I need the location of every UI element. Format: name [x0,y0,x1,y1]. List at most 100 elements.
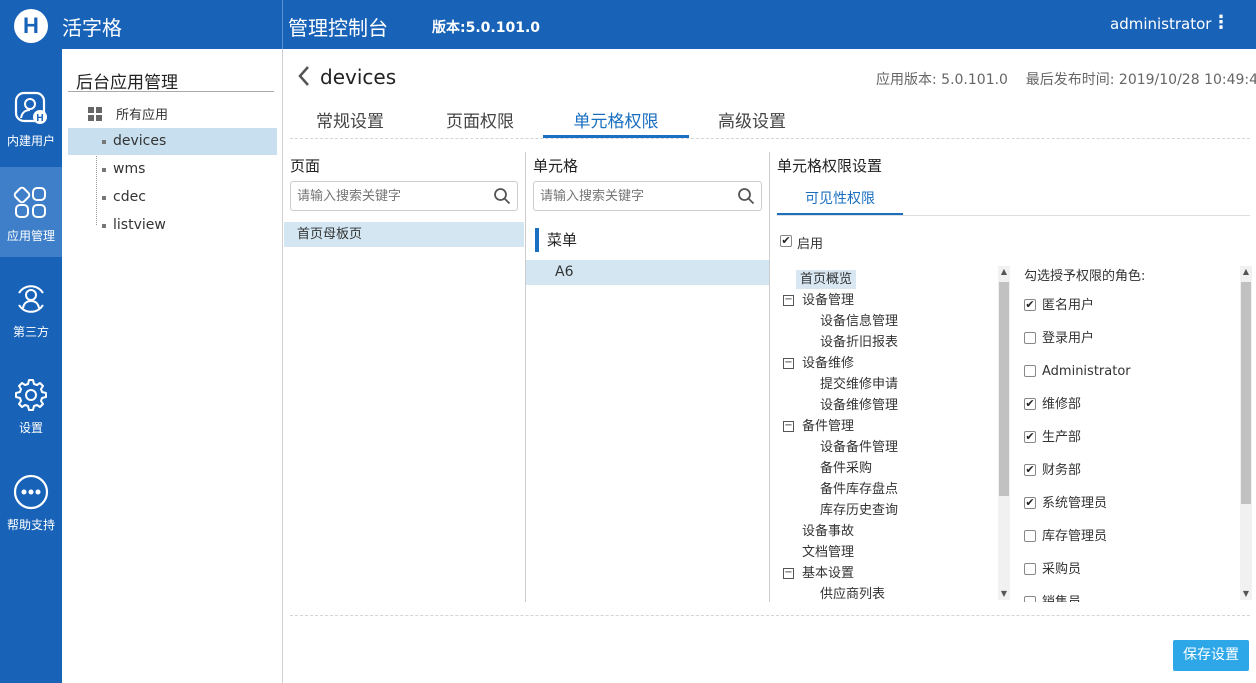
scroll-thumb[interactable] [999,282,1009,496]
menu-tree-node[interactable]: 备件采购 [820,459,872,478]
cells-search[interactable] [533,181,762,211]
tree-item-label: cdec [113,189,146,205]
menu-tree-node[interactable]: 设备管理 [802,291,854,310]
tree-dot [102,224,106,228]
nav-label: 设置 [18,421,43,435]
menu-tree-node[interactable]: 供应商列表 [820,585,885,602]
scroll-up-icon[interactable]: ▲ [1240,266,1252,278]
nav-item-settings[interactable]: 设置 [0,359,62,449]
menu-tree-node[interactable]: 设备信息管理 [820,312,898,331]
back-chevron-left-icon[interactable] [296,64,312,94]
tree-item-label: wms [113,161,146,177]
third-party-icon [18,285,44,313]
version-label: 版本:5.0.101.0 [432,20,541,36]
console-title: 管理控制台 [288,16,388,40]
menu-tree-node[interactable]: 设备维修管理 [820,396,898,415]
menu-tree-node[interactable]: 基本设置 [802,564,854,583]
menu-tree-label: 首页概览 [800,272,853,287]
tree-dot [102,168,106,172]
menu-tree-label: 设备维修管理 [820,398,899,413]
role-list-scrollbar[interactable]: ▲ ▼ [1240,266,1252,600]
search-icon[interactable] [493,187,511,205]
scroll-down-icon[interactable]: ▼ [998,588,1010,600]
tree-root-all-apps[interactable]: 所有应用 [88,104,168,123]
menu-tree-label: 设备信息管理 [820,314,899,329]
role-checkbox[interactable]: ✔ [1024,431,1036,443]
nav-item-help[interactable]: 帮助支持 [0,456,62,546]
scroll-up-icon[interactable]: ▲ [998,266,1010,278]
top-bar: H 活字格 管理控制台 版本:5.0.101.0 administrator ⋮ [0,0,1256,49]
tab-visibility-permission[interactable]: 可见性权限 [777,186,903,216]
menu-tree-node[interactable]: 文档管理 [802,543,854,562]
tab-page-permission[interactable]: 页面权限 [420,107,540,138]
app-name: 活字格 [62,16,122,40]
enable-checkbox[interactable]: ✔ [780,235,792,247]
role-list: ✔ 匿名用户 登录用户 Administrator ✔ 维修部 ✔ 生产部 ✔ 财务部 ✔ 系统管理员… [1020,290,1240,602]
nav-item-app-management[interactable]: 应用管理 [0,167,62,257]
menu-tree-node[interactable]: 备件库存盘点 [820,480,898,499]
nav-label: 第三方 [12,325,49,339]
tree-item-devices[interactable]: devices [68,128,277,155]
settings-tabs: 常规设置 页面权限 单元格权限 高级设置 [290,107,1250,139]
tree-item-listview[interactable]: listview [68,212,277,239]
menu-tree-node[interactable]: 设备备件管理 [820,438,898,457]
settings-gear-icon [15,379,47,411]
role-checkbox[interactable]: ✔ [1024,464,1036,476]
role-checkbox[interactable]: ✔ [1024,299,1036,311]
role-label: 财务部 [1042,463,1082,478]
tab-general[interactable]: 常规设置 [290,107,410,138]
top-divider [282,0,283,49]
role-label: 采购员 [1042,562,1082,577]
app-management-icon [13,186,46,218]
collapse-icon[interactable]: − [783,568,794,579]
subtab-divider [777,215,1250,216]
collapse-icon[interactable]: − [783,295,794,306]
menu-tree-node[interactable]: 首页概览 [796,270,857,289]
role-label: 系统管理员 [1042,496,1108,511]
tree-item-wms[interactable]: wms [68,156,277,183]
menu-tree-node[interactable]: 提交维修申请 [820,375,898,394]
role-checkbox[interactable]: ✔ [1024,497,1036,509]
menu-tree-node[interactable]: 备件管理 [802,417,854,436]
scroll-thumb[interactable] [1241,282,1251,504]
tab-cell-permission[interactable]: 单元格权限 [543,107,689,138]
menu-tree-node[interactable]: 设备折旧报表 [820,333,898,352]
collapse-icon[interactable]: − [783,358,794,369]
pages-search-input[interactable] [291,182,481,210]
help-more-icon [13,474,49,510]
menu-tree-node[interactable]: 库存历史查询 [820,501,898,520]
scroll-down-icon[interactable]: ▼ [1240,588,1252,600]
menu-tree-label: 设备事故 [802,524,855,539]
nav-item-builtin-user[interactable]: H 内建用户 [0,72,62,162]
role-checkbox[interactable] [1024,332,1036,344]
tree-dot [102,140,106,144]
menu-tree-label: 库存历史查询 [820,503,899,518]
cell-list-item[interactable]: A6 [526,260,769,285]
menu-tree-label: 设备备件管理 [820,440,899,455]
collapse-icon[interactable]: − [783,421,794,432]
role-checkbox[interactable]: ✔ [1024,398,1036,410]
save-settings-button[interactable]: 保存设置 [1173,640,1249,671]
tree-item-cdec[interactable]: cdec [68,184,277,211]
search-icon[interactable] [737,187,755,205]
page-list-item[interactable]: 首页母板页 [284,222,524,247]
footer-divider [290,615,1250,616]
tab-advanced[interactable]: 高级设置 [692,107,812,138]
user-name[interactable]: administrator [1110,15,1211,33]
role-checkbox[interactable] [1024,530,1036,542]
menu-tree-scrollbar[interactable]: ▲ ▼ [998,266,1010,600]
menu-tree-node[interactable]: 设备维修 [802,354,854,373]
role-checkbox[interactable] [1024,563,1036,575]
nav-item-third-party[interactable]: 第三方 [0,263,62,353]
role-checkbox[interactable] [1024,365,1036,377]
roles-title: 勾选授予权限的角色: [1024,269,1146,284]
role-checkbox[interactable] [1024,596,1036,602]
logo-icon: H [14,9,48,43]
cells-search-input[interactable] [534,182,724,210]
menu-tree-label: 设备管理 [802,293,855,308]
nav-label: 帮助支持 [6,518,55,532]
menu-tree-node[interactable]: 设备事故 [802,522,854,541]
pages-search[interactable] [290,181,518,211]
menu-tree-label: 供应商列表 [820,587,886,602]
more-menu-icon[interactable]: ⋮ [1212,12,1230,33]
